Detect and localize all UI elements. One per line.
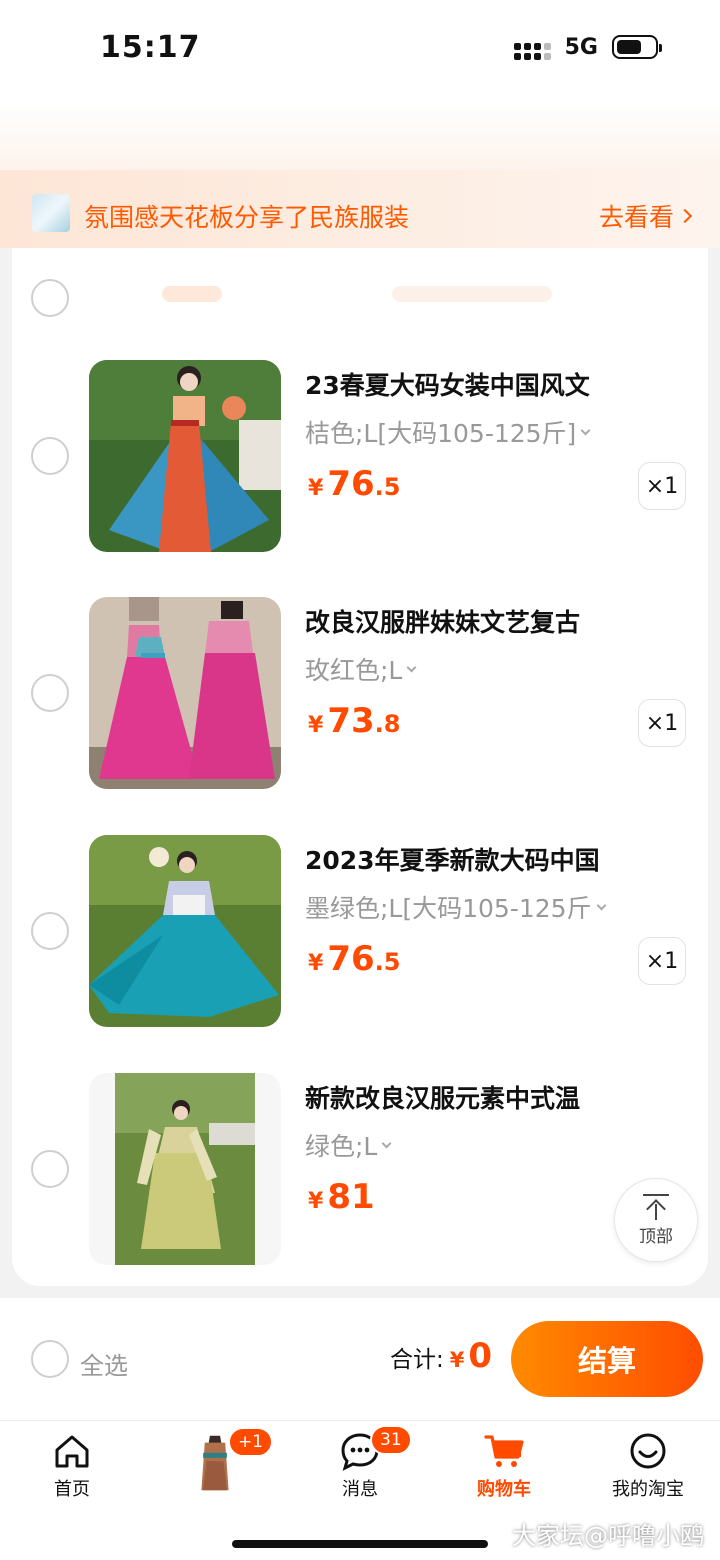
tab-recommend[interactable]: +1 — [144, 1421, 288, 1517]
tab-profile-label: 我的淘宝 — [612, 1479, 684, 1500]
price-integer: 81 — [327, 1177, 375, 1217]
price-integer: 76 — [327, 939, 375, 979]
item-price: ¥ 76 .5 — [308, 464, 400, 504]
signal-icon — [513, 34, 551, 60]
price-currency: ¥ — [308, 1189, 324, 1214]
share-view-link[interactable]: 去看看 — [598, 198, 693, 234]
tab-cart[interactable]: 购物车 — [432, 1421, 576, 1517]
item-sku-selector[interactable]: 桔色;L[大码105-125斤] — [305, 414, 591, 450]
total-currency: ¥ — [449, 1348, 465, 1372]
profile-icon — [630, 1433, 666, 1469]
cart-item[interactable]: 23春夏大码女装中国风文 桔色;L[大码105-125斤] ¥ 76 .5 ×1 — [12, 360, 708, 560]
share-view-label: 去看看 — [598, 203, 674, 232]
item-price: ¥ 81 — [308, 1177, 375, 1217]
item-title[interactable]: 新款改良汉服元素中式温 — [305, 1079, 580, 1115]
watermark: 大家坛@呼噜小鸥 — [512, 1522, 704, 1550]
chevron-down-icon — [596, 900, 607, 910]
network-type: 5G — [564, 34, 598, 60]
price-currency: ¥ — [308, 476, 324, 501]
item-title[interactable]: 2023年夏季新款大码中国 — [305, 841, 600, 877]
shop-header-row — [12, 248, 708, 328]
item-sku-text: 桔色;L[大码105-125斤] — [305, 419, 577, 448]
chevron-down-icon — [381, 1138, 392, 1148]
select-all-label[interactable]: 全选 — [80, 1346, 128, 1381]
header-fade — [0, 100, 720, 170]
select-all-radio[interactable] — [31, 1340, 69, 1378]
item-select-radio[interactable] — [31, 1150, 69, 1188]
product-thumbnail-icon — [201, 1435, 229, 1491]
item-sku-text: 墨绿色;L[大码105-125斤 — [305, 894, 592, 923]
tab-badge: +1 — [228, 1427, 274, 1457]
price-decimal: .8 — [374, 710, 401, 738]
price-integer: 76 — [327, 464, 375, 504]
item-sku-selector[interactable]: 绿色;L — [305, 1127, 392, 1163]
status-bar: 15:17 5G — [0, 0, 720, 100]
back-to-top-button[interactable]: 顶部 — [614, 1178, 698, 1262]
item-select-radio[interactable] — [31, 674, 69, 712]
quantity-stepper[interactable]: ×1 — [638, 462, 686, 510]
chevron-right-icon — [677, 208, 693, 224]
arrow-up-icon — [643, 1193, 669, 1220]
product-image[interactable] — [89, 360, 281, 552]
back-to-top-label: 顶部 — [639, 1226, 673, 1247]
share-banner[interactable]: 氛围感天花板分享了民族服装 去看看 — [0, 170, 720, 248]
price-integer: 73 — [327, 701, 375, 741]
cart-item[interactable]: 2023年夏季新款大码中国 墨绿色;L[大码105-125斤 ¥ 76 .5 ×… — [12, 835, 708, 1035]
shop-select-radio[interactable] — [31, 279, 69, 317]
quantity-stepper[interactable]: ×1 — [638, 937, 686, 985]
status-time: 15:17 — [100, 30, 201, 65]
battery-icon — [612, 35, 662, 59]
tab-messages[interactable]: 31 消息 — [288, 1421, 432, 1517]
chevron-down-icon — [406, 662, 417, 672]
tab-home[interactable]: 首页 — [0, 1421, 144, 1517]
item-sku-text: 绿色;L — [305, 1132, 378, 1161]
item-sku-selector[interactable]: 玫红色;L — [305, 651, 417, 687]
cart-card: 23春夏大码女装中国风文 桔色;L[大码105-125斤] ¥ 76 .5 ×1 — [12, 248, 708, 1286]
item-price: ¥ 73 .8 — [308, 701, 400, 741]
price-decimal: .5 — [374, 473, 401, 501]
item-select-radio[interactable] — [31, 437, 69, 475]
product-image[interactable] — [89, 1073, 281, 1265]
checkout-button[interactable]: 结算 — [511, 1321, 703, 1397]
price-decimal: .5 — [374, 948, 401, 976]
item-price: ¥ 76 .5 — [308, 939, 400, 979]
total-amount: 合计: ¥ 0 — [390, 1336, 492, 1376]
item-select-radio[interactable] — [31, 912, 69, 950]
share-text: 氛围感天花板分享了民族服装 — [84, 203, 410, 232]
tab-messages-label: 消息 — [342, 1479, 378, 1500]
price-currency: ¥ — [308, 713, 324, 738]
item-sku-text: 玫红色;L — [305, 656, 403, 685]
tab-cart-label: 购物车 — [477, 1479, 531, 1500]
checkout-bar: 全选 合计: ¥ 0 结算 — [0, 1298, 720, 1420]
item-title[interactable]: 改良汉服胖妹妹文艺复古 — [305, 603, 580, 639]
product-image[interactable] — [89, 835, 281, 1027]
tab-profile[interactable]: 我的淘宝 — [576, 1421, 720, 1517]
price-currency: ¥ — [308, 951, 324, 976]
total-value: 0 — [468, 1336, 493, 1376]
quantity-stepper[interactable]: ×1 — [638, 699, 686, 747]
home-indicator — [232, 1540, 488, 1548]
chevron-down-icon — [580, 425, 591, 435]
tab-badge: 31 — [370, 1425, 412, 1455]
tab-home-label: 首页 — [54, 1479, 90, 1500]
product-image[interactable] — [89, 597, 281, 789]
cart-item[interactable]: 改良汉服胖妹妹文艺复古 玫红色;L ¥ 73 .8 ×1 — [12, 597, 708, 797]
total-label: 合计: — [390, 1347, 444, 1373]
item-title[interactable]: 23春夏大码女装中国风文 — [305, 366, 590, 402]
status-indicators: 5G — [513, 34, 662, 60]
item-sku-selector[interactable]: 墨绿色;L[大码105-125斤 — [305, 889, 607, 925]
home-icon — [55, 1435, 89, 1468]
cart-icon — [484, 1435, 524, 1467]
share-avatar — [32, 194, 70, 232]
cart-item[interactable]: 新款改良汉服元素中式温 绿色;L ¥ 81 — [12, 1073, 708, 1273]
